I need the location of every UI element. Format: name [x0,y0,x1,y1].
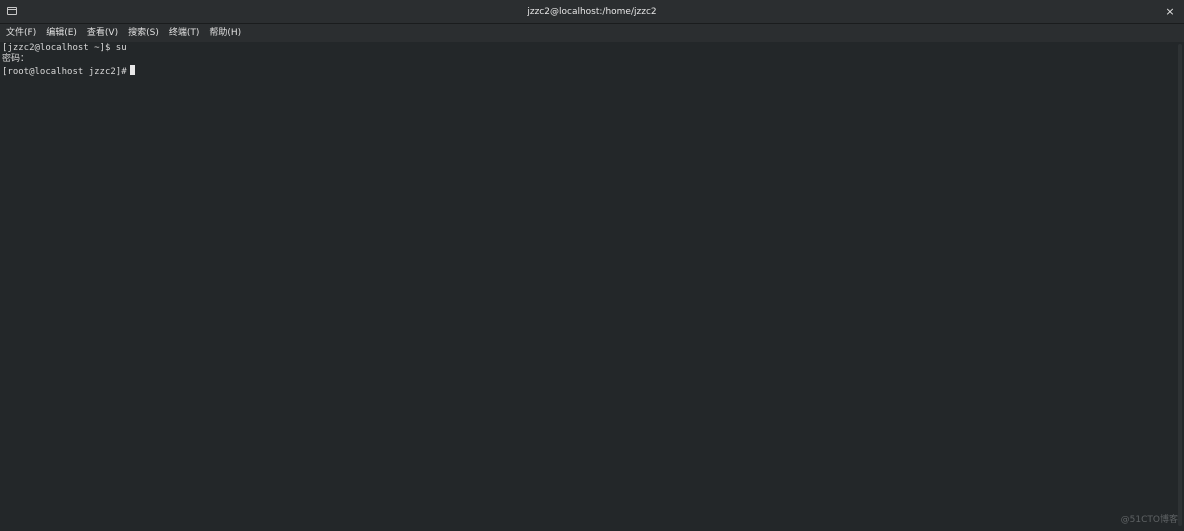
menu-search[interactable]: 搜索(S) [128,24,159,42]
close-button[interactable]: × [1162,4,1178,20]
menu-help[interactable]: 帮助(H) [209,24,241,42]
scrollbar-thumb[interactable] [1178,44,1182,526]
window-title: jzzc2@localhost:/home/jzzc2 [527,7,657,17]
terminal-prompt-line: [root@localhost jzzc2]# [2,65,1176,77]
terminal-window: jzzc2@localhost:/home/jzzc2 × 文件(F) 编辑(E… [0,0,1184,531]
title-bar: jzzc2@localhost:/home/jzzc2 × [0,0,1184,24]
terminal-prompt: [root@localhost jzzc2]# [2,67,127,77]
menu-terminal[interactable]: 终端(T) [169,24,200,42]
watermark: @51CTO博客 [1120,515,1178,525]
vertical-scrollbar[interactable] [1176,42,1184,531]
terminal-line: 密码： [2,54,30,64]
text-cursor [129,65,135,75]
menu-bar: 文件(F) 编辑(E) 查看(V) 搜索(S) 终端(T) 帮助(H) [0,24,1184,42]
menu-edit[interactable]: 编辑(E) [46,24,77,42]
terminal-line: [jzzc2@localhost ~]$ su [2,43,127,53]
terminal-output[interactable]: [jzzc2@localhost ~]$ su 密码： [root@localhos… [0,42,1176,531]
menu-view[interactable]: 查看(V) [87,24,118,42]
menu-file[interactable]: 文件(F) [6,24,36,42]
